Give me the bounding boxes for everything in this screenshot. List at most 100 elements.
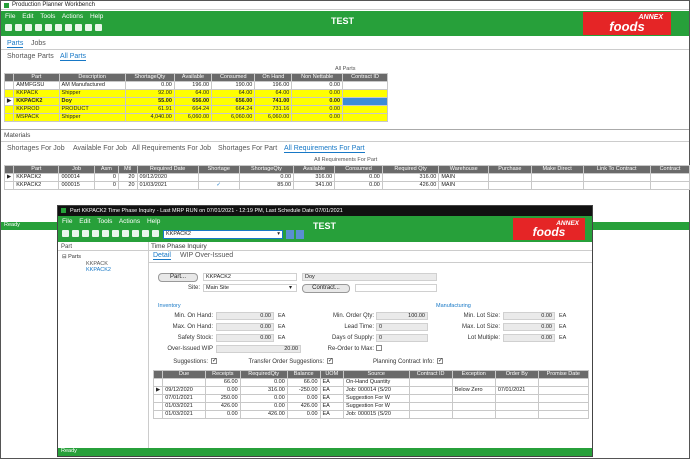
lot-multiple-unit: EA bbox=[559, 335, 567, 341]
transfer-label: Transfer Order Suggestions: bbox=[248, 359, 324, 365]
contract-button[interactable]: Contract... bbox=[302, 284, 350, 293]
lead-time-field[interactable]: 0 bbox=[376, 323, 428, 331]
popup-menu-file[interactable]: File bbox=[62, 218, 72, 225]
tree-root[interactable]: ⊟ Parts bbox=[62, 254, 81, 260]
table-row[interactable]: 01/03/2021 426.00 0.00 426.00 EA Suggestion F… bbox=[152, 402, 590, 411]
prev-record-icon[interactable] bbox=[152, 230, 159, 237]
paste-icon[interactable] bbox=[102, 230, 109, 237]
min-order-field[interactable]: 100.00 bbox=[376, 312, 428, 320]
copy-icon[interactable] bbox=[35, 24, 42, 31]
attach-icon[interactable] bbox=[85, 24, 92, 31]
table-row[interactable]: 66.00 0.00 66.00 EA On-Hand Quantity bbox=[152, 378, 590, 387]
part-combo[interactable]: KKPACK2 ▾ bbox=[163, 230, 283, 239]
planning-checkbox[interactable]: ✓ bbox=[437, 358, 443, 364]
tab-jobs[interactable]: Jobs bbox=[31, 40, 46, 47]
col-onhand[interactable]: On Hand bbox=[254, 73, 293, 82]
min-on-hand-unit: EA bbox=[278, 313, 286, 319]
chevron-down-icon[interactable]: ▾ bbox=[277, 231, 280, 238]
table-row[interactable]: ▶ 09/12/2020 0.00 316.00 -250.00 EA Job: 00001… bbox=[152, 386, 590, 395]
col-contractid[interactable]: Contract ID bbox=[342, 73, 388, 82]
menu-actions[interactable]: Actions bbox=[62, 13, 83, 20]
table-row[interactable]: MSPACK Shipper 4,040.00 6,060.00 6,060.00 6,0… bbox=[3, 113, 388, 122]
save-icon[interactable] bbox=[122, 230, 129, 237]
tab-all-req-for-part[interactable]: All Requirements For Part bbox=[284, 145, 365, 153]
last-record-icon[interactable] bbox=[296, 230, 304, 239]
tab-shortages-for-job[interactable]: Shortages For Job bbox=[7, 145, 65, 152]
tab-all-req-for-job[interactable]: All Requirements For Job bbox=[132, 145, 211, 152]
contract-field[interactable] bbox=[355, 284, 437, 292]
popup-menu-actions[interactable]: Actions bbox=[119, 218, 140, 225]
table-row[interactable]: KKPROD PRODUCT 61.91 664.24 664.24 731.16 0.00 bbox=[3, 105, 388, 114]
refresh-icon[interactable] bbox=[62, 230, 69, 237]
refresh-icon[interactable] bbox=[5, 24, 12, 31]
menu-help[interactable]: Help bbox=[90, 13, 103, 20]
max-on-hand-unit: EA bbox=[278, 324, 286, 330]
table-row[interactable]: ▶ KKPACK2 Doy 55.00 656.00 656.00 741.00 0.00 bbox=[3, 97, 388, 106]
site-select[interactable]: Main Site bbox=[203, 284, 297, 292]
col-shortageqty[interactable]: ShortageQty bbox=[124, 73, 175, 82]
col-part[interactable]: Part bbox=[13, 73, 60, 82]
safety-stock-field[interactable]: 0.00 bbox=[216, 334, 274, 342]
menu-edit[interactable]: Edit bbox=[22, 13, 33, 20]
lot-multiple-field[interactable]: 0.00 bbox=[503, 334, 555, 342]
save-icon[interactable] bbox=[65, 24, 72, 31]
tab-wip-over-issued[interactable]: WIP Over-Issued bbox=[180, 252, 233, 259]
tab-detail[interactable]: Detail bbox=[153, 252, 171, 260]
col-nonnettable[interactable]: Non Nettable bbox=[291, 73, 344, 82]
table-row[interactable]: 07/01/2021 250.00 0.00 0.00 EA Suggestion For… bbox=[152, 394, 590, 403]
help-icon[interactable] bbox=[95, 24, 102, 31]
chevron-down-icon[interactable]: ▾ bbox=[289, 284, 292, 291]
print-icon[interactable] bbox=[75, 24, 82, 31]
first-record-icon[interactable] bbox=[142, 230, 149, 237]
time-phase-grid[interactable]: Due Receipts RequiredQty Balance UOM Source Co… bbox=[152, 370, 590, 419]
part-field[interactable]: KKPACK2 bbox=[203, 273, 297, 281]
copy-icon[interactable] bbox=[92, 230, 99, 237]
col-consumed[interactable]: Consumed bbox=[211, 73, 256, 82]
tree-item-kkpack2[interactable]: KKPACK2 bbox=[86, 267, 111, 273]
popup-menu-tools[interactable]: Tools bbox=[97, 218, 112, 225]
min-lot-field[interactable]: 0.00 bbox=[503, 312, 555, 320]
suggestions-checkbox[interactable]: ✓ bbox=[211, 358, 217, 364]
menu-tools[interactable]: Tools bbox=[40, 13, 55, 20]
tab-shortage-parts[interactable]: Shortage Parts bbox=[7, 53, 54, 60]
menu-file[interactable]: File bbox=[5, 13, 15, 20]
new-icon[interactable] bbox=[72, 230, 79, 237]
materials-grid[interactable]: Part Job Asm Mtl Required Date Shortage Shorta… bbox=[3, 165, 690, 190]
popup-title: Part KKPACK2 Time Phase Inquiry - Last M… bbox=[70, 208, 343, 214]
print-icon[interactable] bbox=[132, 230, 139, 237]
days-supply-field[interactable]: 0 bbox=[376, 334, 428, 342]
table-row[interactable]: KKPACK2 000015 0 20 01/03/2021 ✓ 85.00 341.00 0.… bbox=[3, 181, 690, 190]
transfer-checkbox[interactable]: ✓ bbox=[327, 358, 333, 364]
max-lot-label: Max. Lot Size: bbox=[461, 324, 500, 330]
popup-menu-edit[interactable]: Edit bbox=[79, 218, 90, 225]
popup-app-icon bbox=[61, 208, 66, 213]
max-on-hand-field[interactable]: 0.00 bbox=[216, 323, 274, 331]
min-on-hand-field[interactable]: 0.00 bbox=[216, 312, 274, 320]
table-row[interactable]: 01/03/2021 0.00 426.00 0.00 EA Job: 000015 (S… bbox=[152, 410, 590, 419]
undo-icon[interactable] bbox=[112, 230, 119, 237]
new-icon[interactable] bbox=[15, 24, 22, 31]
paste-icon[interactable] bbox=[45, 24, 52, 31]
popup-menu-help[interactable]: Help bbox=[147, 218, 160, 225]
undo-icon[interactable] bbox=[55, 24, 62, 31]
reorder-checkbox[interactable] bbox=[376, 345, 382, 351]
parts-grid[interactable]: Part Description ShortageQty Available C… bbox=[3, 73, 388, 122]
max-lot-field[interactable]: 0.00 bbox=[503, 323, 555, 331]
table-row[interactable]: ▶ KKPACK2 000014 0 20 09/12/2020 0.00 316.00 0.0… bbox=[3, 173, 690, 182]
parts-section-title: All Parts bbox=[335, 66, 356, 72]
tab-shortages-for-part[interactable]: Shortages For Part bbox=[218, 145, 277, 152]
cut-icon[interactable] bbox=[25, 24, 32, 31]
col-available[interactable]: Available bbox=[173, 73, 213, 82]
lot-multiple-label: Lot Multiple: bbox=[467, 335, 500, 341]
col-description[interactable]: Description bbox=[58, 73, 126, 82]
table-row[interactable]: AMMFGSU AM Manufactured 0.00 196.00 190.00 19… bbox=[3, 81, 388, 90]
table-row[interactable]: KKPACK Shipper 92.00 64.00 64.00 64.00 0.00 bbox=[3, 89, 388, 98]
tab-parts[interactable]: Parts bbox=[7, 40, 24, 48]
min-on-hand-label: Min. On Hand: bbox=[174, 313, 213, 319]
tab-all-parts[interactable]: All Parts bbox=[60, 53, 87, 61]
tab-available-for-job[interactable]: Available For Job bbox=[73, 145, 127, 152]
next-record-icon[interactable] bbox=[286, 230, 294, 239]
cut-icon[interactable] bbox=[82, 230, 89, 237]
part-button[interactable]: Part... bbox=[158, 273, 198, 282]
reorder-label: Re-Order to Max: bbox=[327, 346, 374, 352]
